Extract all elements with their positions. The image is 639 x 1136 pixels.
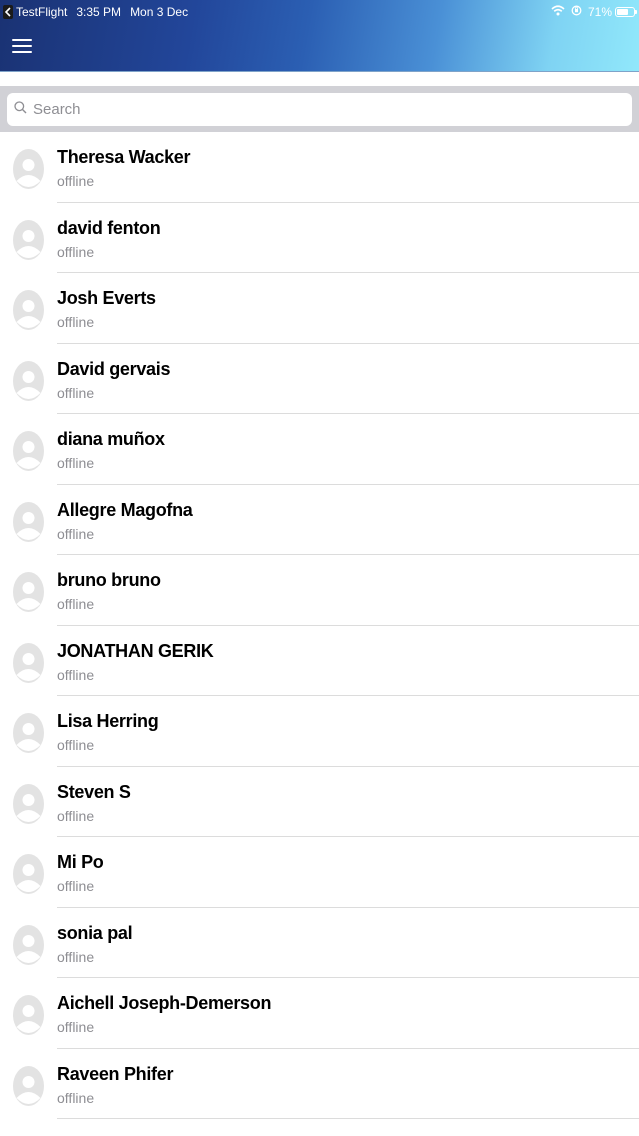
contact-row[interactable] xyxy=(0,1119,639,1136)
avatar-placeholder-icon xyxy=(13,924,44,965)
avatar-placeholder-icon xyxy=(13,290,44,330)
contact-row[interactable]: david fenton offline xyxy=(0,203,639,273)
header-divider xyxy=(0,71,639,72)
contact-status: offline xyxy=(57,314,95,330)
contact-row[interactable]: Lisa Herring offline xyxy=(0,696,639,767)
avatar-placeholder-icon xyxy=(13,360,44,401)
contact-status: offline xyxy=(57,737,95,753)
status-time: 3:35 PM xyxy=(76,5,122,19)
contact-name: JONATHAN GERIK xyxy=(57,640,214,661)
search-input[interactable] xyxy=(33,101,593,118)
contact-row[interactable]: bruno bruno offline xyxy=(0,555,639,626)
avatar-placeholder-icon xyxy=(13,1065,44,1106)
contact-row[interactable]: Theresa Wacker offline xyxy=(0,132,639,203)
contact-row[interactable]: Raveen Phifer offline xyxy=(0,1049,639,1119)
contact-name: Steven S xyxy=(57,781,131,802)
contact-name: Mi Po xyxy=(57,852,104,872)
status-date: Mon 3 Dec xyxy=(130,5,189,19)
contact-row[interactable]: David gervais offline xyxy=(0,344,639,414)
avatar-placeholder-icon xyxy=(13,995,44,1035)
contact-status: offline xyxy=(57,807,95,824)
contact-row[interactable]: Steven S offline xyxy=(0,767,639,837)
contact-status: offline xyxy=(57,878,95,894)
contact-name: david fenton xyxy=(57,217,161,238)
contact-name: bruno bruno xyxy=(57,570,161,590)
contact-status: offline xyxy=(57,1089,95,1106)
contact-status: offline xyxy=(57,1019,95,1035)
contact-row[interactable]: JONATHAN GERIK offline xyxy=(0,626,639,696)
contact-name: Theresa Wacker xyxy=(57,147,191,167)
contact-row[interactable]: Josh Everts offline xyxy=(0,273,639,344)
contact-status: offline xyxy=(57,243,95,260)
contact-status: offline xyxy=(57,455,95,471)
avatar-placeholder-icon xyxy=(13,501,44,542)
search-field[interactable] xyxy=(7,93,632,126)
contact-row[interactable]: diana muñox offline xyxy=(0,414,639,485)
contact-name: Josh Everts xyxy=(57,288,156,308)
avatar-placeholder-icon xyxy=(13,642,44,683)
contact-row[interactable]: Aichell Joseph-Demerson offline xyxy=(0,978,639,1049)
contact-name: David gervais xyxy=(57,358,171,379)
battery-fill xyxy=(617,9,629,15)
contact-status: offline xyxy=(57,173,95,189)
rotation-lock-icon xyxy=(571,0,582,24)
contact-row[interactable]: Allegre Magofna offline xyxy=(0,485,639,555)
battery-icon xyxy=(615,7,637,17)
contact-name: Allegre Magofna xyxy=(57,499,193,520)
avatar-placeholder-icon xyxy=(13,572,44,612)
contact-status: offline xyxy=(57,666,95,683)
battery-percentage: 71% xyxy=(587,5,612,19)
contact-row[interactable]: sonia pal offline xyxy=(0,908,639,978)
search-icon xyxy=(14,100,27,119)
contact-name: Aichell Joseph-Demerson xyxy=(57,993,272,1013)
contact-status: offline xyxy=(57,525,95,542)
avatar-placeholder-icon xyxy=(13,149,44,189)
contact-status: offline xyxy=(57,948,95,965)
contact-status: offline xyxy=(57,384,95,401)
contact-row[interactable]: Mi Po offline xyxy=(0,837,639,908)
contact-list: Theresa Wacker offline david fenton offline… xyxy=(0,132,639,1136)
avatar-placeholder-icon xyxy=(13,219,44,260)
avatar-placeholder-icon xyxy=(13,854,44,894)
status-right: 71% xyxy=(545,0,637,24)
status-left: TestFlight 3:35 PM Mon 3 Dec xyxy=(3,0,197,24)
search-bar xyxy=(0,86,639,132)
contact-name: Lisa Herring xyxy=(57,711,159,731)
contact-name: Raveen Phifer xyxy=(57,1063,174,1084)
status-bar: TestFlight 3:35 PM Mon 3 Dec 71% xyxy=(0,0,639,24)
contact-name: diana muñox xyxy=(57,429,165,449)
back-to-app-icon[interactable] xyxy=(3,5,13,19)
avatar-placeholder-icon xyxy=(13,431,44,471)
avatar-placeholder-icon xyxy=(13,783,44,824)
wifi-icon xyxy=(551,0,565,24)
contacts-screen: TestFlight 3:35 PM Mon 3 Dec 71% Search … xyxy=(0,0,639,1136)
hamburger-menu-icon[interactable] xyxy=(12,36,34,56)
contact-name: sonia pal xyxy=(57,922,133,943)
back-to-app-label[interactable]: TestFlight xyxy=(16,0,67,24)
contact-status: offline xyxy=(57,596,95,612)
avatar-placeholder-icon xyxy=(13,713,44,753)
